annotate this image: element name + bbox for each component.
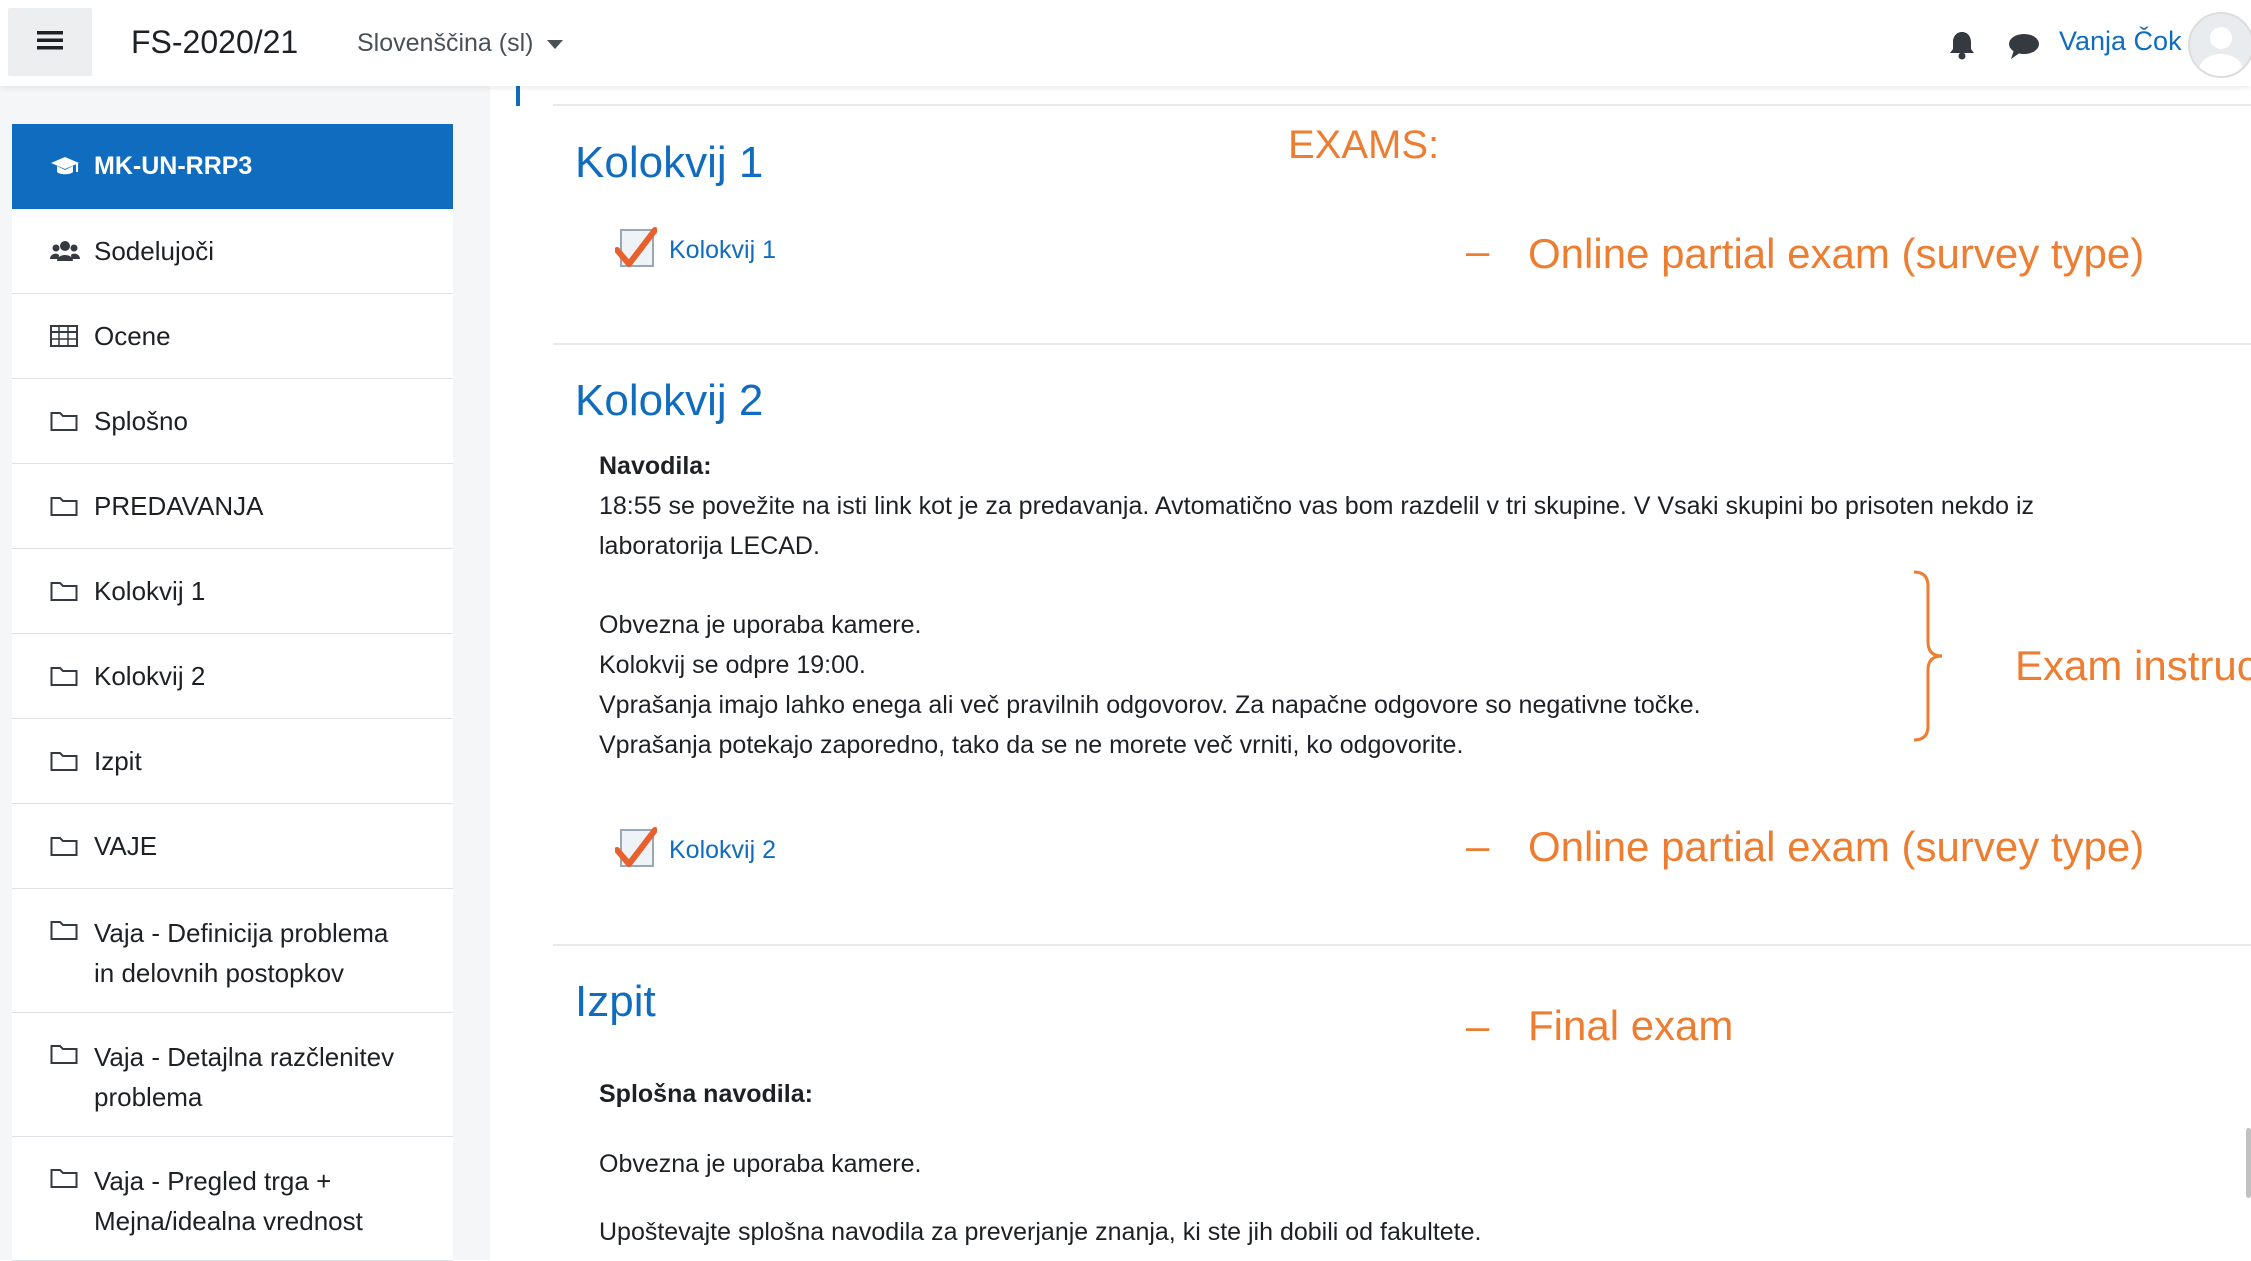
sidebar-item-label: Kolokvij 2: [94, 660, 206, 691]
sidebar-item-label: VAJE: [94, 830, 158, 861]
caret-down-icon: [547, 39, 564, 49]
instructions-heading: Splošna navodila:: [599, 1080, 813, 1108]
sidebar-item-label: Kolokvij 1: [94, 575, 206, 606]
instructions-line: Obvezna je uporaba kamere.: [599, 1150, 922, 1178]
folder-icon: [50, 1043, 80, 1065]
sidebar-item-section-general[interactable]: Splošno: [12, 379, 453, 464]
activity-quiz-kolokvij-1[interactable]: Kolokvij 1: [614, 226, 776, 275]
folder-icon: [50, 750, 80, 772]
sidebar-item-label: Ocene: [94, 320, 171, 351]
folder-icon: [50, 919, 80, 941]
sidebar-item-section-lectures[interactable]: PREDAVANJA: [12, 464, 453, 549]
annotation-exam-instructions: Exam instruc: [2015, 642, 2251, 689]
annotation-dash: –: [1466, 227, 1490, 274]
sidebar-item-label: Vaja - Detajlna razčlenitev problema: [94, 1042, 395, 1112]
sidebar-item-label: Vaja - Pregled trga + Mejna/idealna vred…: [94, 1166, 363, 1236]
sidebar-item-section-izpit[interactable]: Izpit: [12, 719, 453, 804]
table-icon: [50, 325, 80, 347]
activity-link[interactable]: Kolokvij 1: [669, 236, 776, 265]
instructions-line: Vprašanja imajo lahko enega ali več prav…: [599, 691, 1701, 719]
instructions-line: 18:55 se povežite na isti link kot je za…: [599, 492, 2035, 520]
sidebar-item-label: Vaja - Definicija problema in delovnih p…: [94, 918, 389, 988]
folder-icon: [50, 665, 80, 687]
sidebar-item-section-kolokvij-1[interactable]: Kolokvij 1: [12, 549, 453, 634]
instructions-line: laboratorija LECAD.: [599, 532, 820, 560]
user-avatar[interactable]: [2188, 12, 2251, 78]
hamburger-icon: [37, 29, 63, 56]
page-scrollbar[interactable]: [2246, 1128, 2251, 1198]
sidebar-item-label: PREDAVANJA: [94, 490, 264, 521]
folder-icon: [50, 410, 80, 432]
top-navbar: FS-2020/21 Slovenščina (sl) Vanja Čok: [0, 0, 2251, 86]
user-menu-name[interactable]: Vanja Čok: [2059, 26, 2182, 57]
sidebar-item-grades[interactable]: Ocene: [12, 294, 453, 379]
messages-chat-icon[interactable]: [2008, 32, 2040, 65]
annotation-final-exam: Final exam: [1528, 1002, 1734, 1049]
section-divider: [553, 343, 2251, 345]
sidebar-item-section-vaje[interactable]: VAJE: [12, 804, 453, 889]
sidebar-item-section-kolokvij-2[interactable]: Kolokvij 2: [12, 634, 453, 719]
instructions-heading: Navodila:: [599, 452, 712, 480]
users-icon: [50, 240, 80, 262]
course-index-sidebar: MK-UN-RRP3 Sodelujoči Ocene Splošno PRED…: [12, 124, 453, 1261]
sidebar-item-section-vaja-pregled[interactable]: Vaja - Pregled trga + Mejna/idealna vred…: [12, 1137, 453, 1261]
language-label: Slovenščina (sl): [357, 29, 534, 57]
activity-link[interactable]: Kolokvij 2: [669, 836, 776, 865]
sidebar-item-label: Splošno: [94, 405, 188, 436]
quiz-checkmark-icon: [614, 226, 658, 275]
folder-icon: [50, 495, 80, 517]
section-title-kolokvij-2[interactable]: Kolokvij 2: [575, 376, 763, 426]
annotation-exams-title: EXAMS:: [1288, 123, 1440, 167]
notifications-bell-icon[interactable]: [1948, 30, 1976, 65]
sidebar-item-section-vaja-detajlna[interactable]: Vaja - Detajlna razčlenitev problema: [12, 1013, 453, 1137]
sidebar-item-course[interactable]: MK-UN-RRP3: [12, 124, 453, 209]
quiz-checkmark-icon: [614, 826, 658, 875]
section-indicator-line: [516, 86, 520, 106]
annotation-partial-exam-2: Online partial exam (survey type): [1528, 823, 2145, 870]
instructions-line: Kolokvij se odpre 19:00.: [599, 651, 866, 679]
instructions-line: Vprašanja potekajo zaporedno, tako da se…: [599, 731, 1464, 759]
folder-icon: [50, 1167, 80, 1189]
language-menu[interactable]: Slovenščina (sl): [357, 29, 564, 58]
annotation-dash: –: [1466, 822, 1490, 869]
annotation-dash: –: [1466, 1002, 1490, 1049]
menu-toggle-button[interactable]: [8, 8, 92, 76]
graduation-cap-icon: [50, 156, 80, 178]
site-brand[interactable]: FS-2020/21: [131, 24, 298, 61]
section-title-izpit[interactable]: Izpit: [575, 977, 656, 1027]
section-title-kolokvij-1[interactable]: Kolokvij 1: [575, 138, 763, 188]
folder-icon: [50, 835, 80, 857]
annotation-partial-exam-1: Online partial exam (survey type): [1528, 230, 2145, 277]
instructions-line: Upoštevajte splošna navodila za preverja…: [599, 1218, 1482, 1246]
instructions-line: Obvezna je uporaba kamere.: [599, 611, 922, 639]
folder-icon: [50, 580, 80, 602]
section-divider: [553, 944, 2251, 946]
sidebar-item-section-vaja-definicija[interactable]: Vaja - Definicija problema in delovnih p…: [12, 889, 453, 1013]
sidebar-item-label: Izpit: [94, 745, 142, 776]
sidebar-item-label: MK-UN-RRP3: [94, 152, 253, 180]
sidebar-item-participants[interactable]: Sodelujoči: [12, 209, 453, 294]
sidebar-item-label: Sodelujoči: [94, 235, 214, 266]
section-divider: [553, 104, 2251, 106]
activity-quiz-kolokvij-2[interactable]: Kolokvij 2: [614, 826, 776, 875]
annotation-brace: [1912, 570, 1952, 747]
